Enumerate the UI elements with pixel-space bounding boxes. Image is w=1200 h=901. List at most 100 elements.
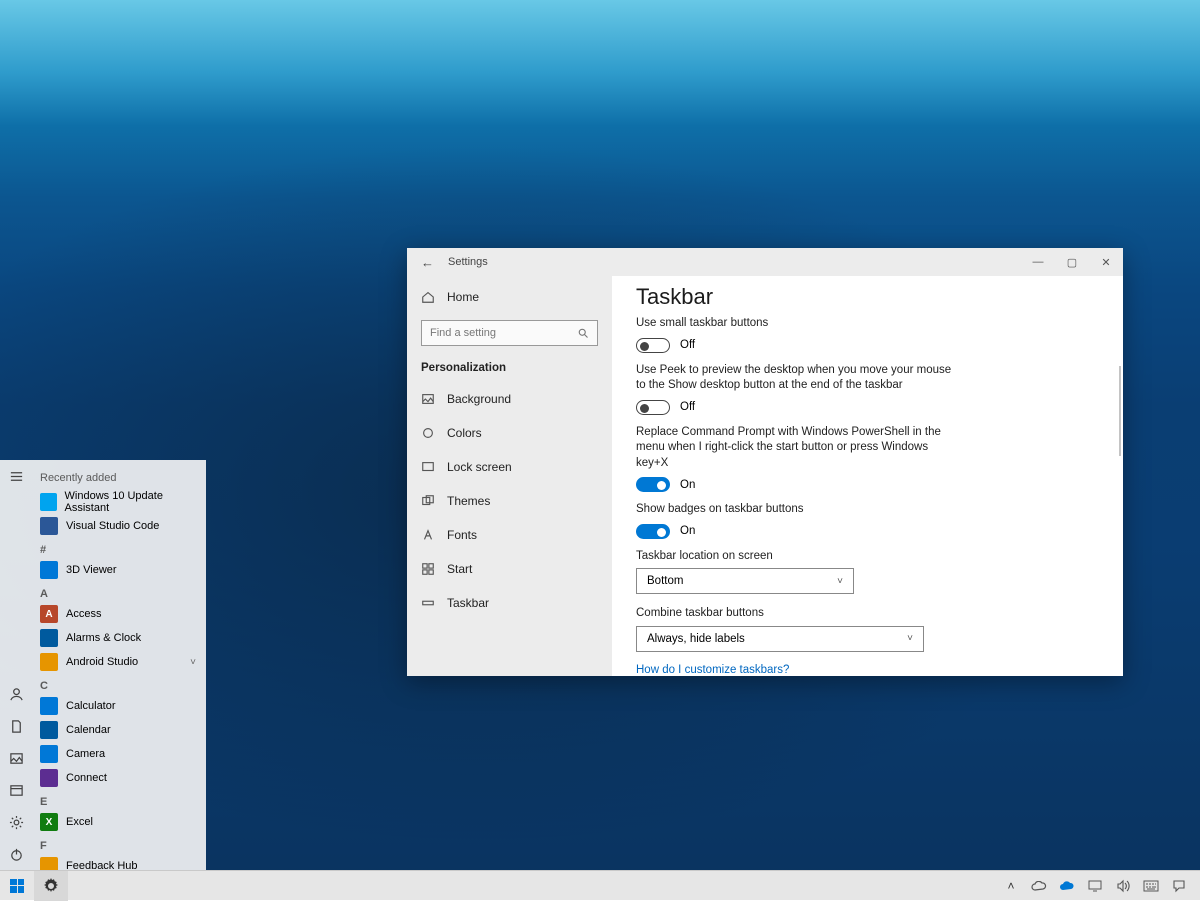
start-movies-button[interactable]	[0, 774, 32, 806]
settings-content: Taskbar Use small taskbar buttons Off Us…	[612, 276, 1123, 676]
settings-window: ← Settings — ▢ ✕ Home Find a setting Per…	[407, 248, 1123, 676]
app-label: Camera	[66, 748, 105, 760]
sidebar-taskbar[interactable]: Taskbar	[421, 588, 598, 618]
start-documents-button[interactable]	[0, 710, 32, 742]
sidebar-themes[interactable]: Themes	[421, 486, 598, 516]
scrollbar[interactable]	[1119, 366, 1121, 456]
notification-icon	[1172, 879, 1186, 893]
start-item-access[interactable]: A Access	[36, 602, 202, 626]
toggle-state: Off	[680, 401, 695, 413]
toggle-state: On	[680, 525, 695, 537]
keyboard-icon	[1143, 880, 1159, 892]
start-button[interactable]	[0, 871, 34, 901]
start-item-camera[interactable]: Camera	[36, 742, 202, 766]
app-icon: X	[40, 813, 58, 831]
cloud-icon	[1059, 881, 1075, 891]
system-tray: ˄	[990, 871, 1200, 901]
app-label: Calculator	[66, 700, 116, 712]
sidebar-background[interactable]: Background	[421, 384, 598, 414]
tray-update-icon[interactable]	[1082, 871, 1108, 901]
app-icon	[40, 517, 58, 535]
tray-overflow-button[interactable]: ˄	[998, 871, 1024, 901]
start-letter-hash[interactable]: #	[36, 538, 202, 558]
start-letter-c[interactable]: C	[36, 674, 202, 694]
start-expand-button[interactable]	[0, 460, 32, 492]
start-heading-recent: Recently added	[36, 470, 202, 490]
start-item-calculator[interactable]: Calculator	[36, 694, 202, 718]
start-item-3dviewer[interactable]: 3D Viewer	[36, 558, 202, 582]
app-icon	[40, 857, 58, 870]
sidebar-colors[interactable]: Colors	[421, 418, 598, 448]
start-rail	[0, 460, 32, 870]
start-item-alarms[interactable]: Alarms & Clock	[36, 626, 202, 650]
app-label: Access	[66, 608, 101, 620]
window-title: Settings	[448, 256, 488, 268]
help-link[interactable]: How do I customize taskbars?	[636, 664, 1099, 676]
taskbar: ˄	[0, 870, 1200, 900]
start-item-android-studio[interactable]: Android Studio˅	[36, 650, 202, 674]
dropdown-location[interactable]: Bottom˅	[636, 568, 854, 594]
toggle-small-buttons[interactable]	[636, 338, 670, 353]
app-icon	[40, 629, 58, 647]
toggle-powershell[interactable]	[636, 477, 670, 492]
start-user-button[interactable]	[0, 678, 32, 710]
start-item-feedback-hub[interactable]: Feedback Hub	[36, 854, 202, 870]
search-icon	[577, 327, 589, 339]
gear-icon	[43, 878, 59, 894]
tray-onedrive-icon[interactable]	[1026, 871, 1052, 901]
dropdown-combine[interactable]: Always, hide labels˅	[636, 626, 924, 652]
app-label: Calendar	[66, 724, 111, 736]
speaker-icon	[1116, 879, 1130, 893]
settings-sidebar: Home Find a setting Personalization Back…	[407, 276, 612, 676]
start-item-excel[interactable]: XExcel	[36, 810, 202, 834]
chevron-up-icon: ˄	[1007, 879, 1014, 893]
sidebar-lockscreen[interactable]: Lock screen	[421, 452, 598, 482]
start-letter-f[interactable]: F	[36, 834, 202, 854]
app-label: Connect	[66, 772, 107, 784]
toggle-peek[interactable]	[636, 400, 670, 415]
minimize-button[interactable]: —	[1021, 248, 1055, 276]
option-peek-label: Use Peek to preview the desktop when you…	[636, 363, 956, 394]
start-pictures-button[interactable]	[0, 742, 32, 774]
sidebar-fonts[interactable]: Fonts	[421, 520, 598, 550]
start-item-update-assistant[interactable]: Windows 10 Update Assistant	[36, 490, 202, 514]
tray-action-center-icon[interactable]	[1166, 871, 1192, 901]
start-settings-button[interactable]	[0, 806, 32, 838]
toggle-state: Off	[680, 339, 695, 351]
sidebar-label: Home	[447, 290, 479, 304]
toggle-badges[interactable]	[636, 524, 670, 539]
tray-volume-icon[interactable]	[1110, 871, 1136, 901]
app-icon	[40, 561, 58, 579]
app-label: Android Studio	[66, 656, 138, 668]
app-label: Visual Studio Code	[66, 520, 159, 532]
start-app-list[interactable]: Recently added Windows 10 Update Assista…	[32, 460, 206, 870]
windows-logo-icon	[10, 879, 24, 893]
close-button[interactable]: ✕	[1089, 248, 1123, 276]
chevron-down-icon: ˅	[907, 633, 913, 644]
start-item-vscode[interactable]: Visual Studio Code	[36, 514, 202, 538]
sidebar-category: Personalization	[421, 358, 598, 380]
app-icon	[40, 745, 58, 763]
app-icon	[40, 697, 58, 715]
app-label: Windows 10 Update Assistant	[65, 490, 198, 514]
settings-search-input[interactable]: Find a setting	[421, 320, 598, 346]
start-power-button[interactable]	[0, 838, 32, 870]
start-letter-e[interactable]: E	[36, 790, 202, 810]
monitor-icon	[1088, 879, 1102, 893]
option-powershell-label: Replace Command Prompt with Windows Powe…	[636, 425, 956, 472]
start-letter-a[interactable]: A	[36, 582, 202, 602]
app-icon	[40, 493, 57, 511]
back-button[interactable]: ←	[421, 255, 434, 270]
sidebar-home[interactable]: Home	[421, 282, 598, 312]
taskbar-settings-button[interactable]	[34, 871, 68, 901]
tray-keyboard-icon[interactable]	[1138, 871, 1164, 901]
start-item-calendar[interactable]: Calendar	[36, 718, 202, 742]
maximize-button[interactable]: ▢	[1055, 248, 1089, 276]
app-icon: A	[40, 605, 58, 623]
sidebar-start[interactable]: Start	[421, 554, 598, 584]
tray-onedrive-blue-icon[interactable]	[1054, 871, 1080, 901]
cloud-icon	[1031, 881, 1047, 891]
start-item-connect[interactable]: Connect	[36, 766, 202, 790]
page-title: Taskbar	[636, 284, 1099, 310]
titlebar[interactable]: ← Settings — ▢ ✕	[407, 248, 1123, 276]
